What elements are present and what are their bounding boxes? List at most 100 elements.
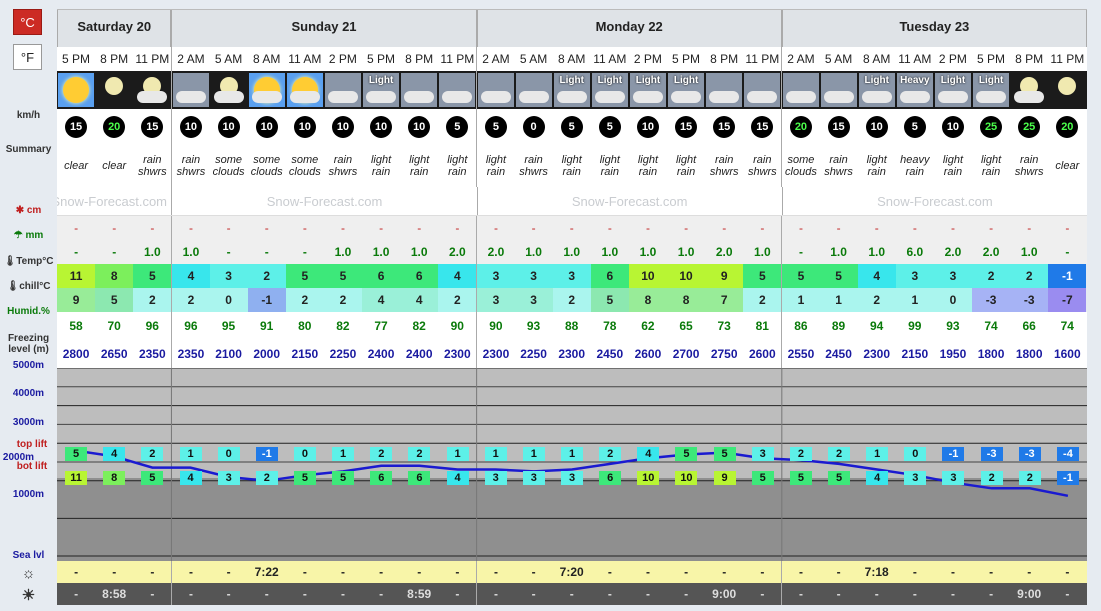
weather-cell [705,71,743,109]
wind-speed: 20 [794,121,808,133]
summary-text: rain [1020,154,1039,166]
sunrise-cell: - [226,565,231,579]
freezing-cell: 2250 [329,347,357,361]
top-lift-badge: -3 [1018,447,1041,461]
temp-cell: 3 [552,264,591,288]
time-cell: 5 AM [214,52,243,66]
wind-speed: 10 [870,121,883,133]
sunset-cell: - [989,587,994,601]
cloud-shape [785,91,816,103]
summary-text: heavy [900,154,930,166]
watermark: Snow-Forecast.com [57,187,171,215]
temp-cell: 3 [514,264,553,288]
summary-text: shwrs [1014,166,1044,178]
cloud-icon [782,73,819,107]
sunset-cell: - [912,587,917,601]
cloud-shape [327,91,358,103]
rain-label: ☂ mm [0,230,57,241]
chill-cell: -7 [1048,288,1087,312]
summary-text: shwrs [824,166,853,178]
cloud-shape [518,91,549,103]
weather-cell [438,71,476,109]
summary-text: clear [64,160,88,172]
snow-cell: - [569,221,574,235]
rain-cell: - [74,245,79,259]
temp-cell: 9 [705,264,744,288]
summary-cell: light rain [553,145,591,187]
rain-cell: 1.0 [639,245,657,259]
summary-text: light [866,154,887,166]
sea-level-label: Sea lvl [12,550,45,561]
freezing-cell: 2350 [138,347,166,361]
top-lift-badge: 2 [370,447,393,461]
summary-text: rain [600,166,619,178]
humidity-cell: 81 [755,319,769,333]
wind-speed: 15 [679,121,693,133]
summary-text: some [215,154,243,166]
sunset-cell: 8:59 [407,587,432,601]
summary-text: rain [905,166,924,178]
summary-cell: light rain [667,145,705,187]
chill-row: 9 5 2 2 0 -1 2 2 4 4 2 3 3 2 5 8 8 7 2 1 1 2 1 0 -3 -3 -7 [57,288,1087,312]
rain-unit: mm [25,230,44,241]
day-header: Sunday 21 [171,10,477,47]
snow-cell: - [607,221,612,235]
sunset-cell: - [1065,587,1070,601]
weather-cell: Light [629,71,667,109]
top-lift-badge: 1 [561,447,583,461]
temp-row: 11 8 5 4 3 2 5 5 6 6 4 3 3 3 6 10 10 9 5 5 5 4 3 3 2 2 -1 [57,264,1087,288]
weather-cell: Light [591,71,629,109]
freezing-cell: 2550 [781,340,819,368]
wind-arrow-icon: 20 [103,116,126,138]
time-cell: 8 PM [710,52,739,66]
weather-cell: Light [362,71,400,109]
top-lift-badge: 4 [637,447,660,461]
rain-icon [439,73,476,107]
summary-text: light [409,154,430,166]
summary-cell: light rain [591,145,629,187]
wind-speed: 5 [492,121,499,133]
summary-cell: light rain [362,145,400,187]
icon-caption: Light [368,75,394,86]
weather-icon-row: Light Light Light Light Light Light Heavy Light… [57,71,1087,109]
freezing-cell: 1600 [1053,347,1081,361]
wind-cell: 15 [743,109,781,145]
fahrenheit-button[interactable]: °F [13,44,42,70]
weather-cell [476,71,514,109]
snow-cell: - [912,221,917,235]
humidity-cell: 74 [1060,319,1074,333]
freezing-cell: 2600 [634,347,662,361]
snow-cell: - [226,221,231,235]
temp-label: 🌡Temp°C [0,256,57,267]
wind-cell: 10 [248,109,286,145]
bot-lift-badge: 6 [370,471,393,485]
thermometer-icon: 🌡 [3,256,17,267]
weather-cell [781,71,819,109]
freezing-cell: 2350 [171,340,209,368]
wind-arrow-icon: 15 [675,116,698,138]
top-lift-badge: 1 [179,447,202,461]
cloud-shape [442,91,473,103]
top-lift-badge: 2 [828,447,851,461]
chill-cell: -1 [247,288,286,312]
time-cell: 8 AM [863,52,891,66]
freezing-cell: 2150 [291,347,319,361]
wind-arrow-icon: 15 [713,116,736,138]
top-lift-badge: 0 [293,447,316,461]
sunset-cell: 9:00 [1017,587,1042,601]
freezing-cell: 2400 [405,347,433,361]
bot-lift-badge: 3 [217,471,240,485]
summary-text: clear [102,160,127,172]
wind-speed: 15 [756,121,769,133]
sunset-cell: - [684,587,689,601]
summary-text: shwrs [176,166,206,178]
time-cell: 5 AM [824,52,853,66]
cloud-shape [404,91,435,103]
mountain-chart: 5 4 2 1 0 -1 0 1 2 2 1 1 1 1 2 4 5 5 3 2 2 1 0 -1 -3 -3 -4 11 8 5 4 3 2 5… [57,368,1087,561]
sunrise-cell: - [722,565,727,579]
sunset-cell: - [171,583,209,605]
weather-cell [286,71,324,109]
wind-speed: 10 [641,121,655,133]
freezing-cell: 2000 [253,347,281,361]
celsius-button[interactable]: °C [13,9,42,35]
